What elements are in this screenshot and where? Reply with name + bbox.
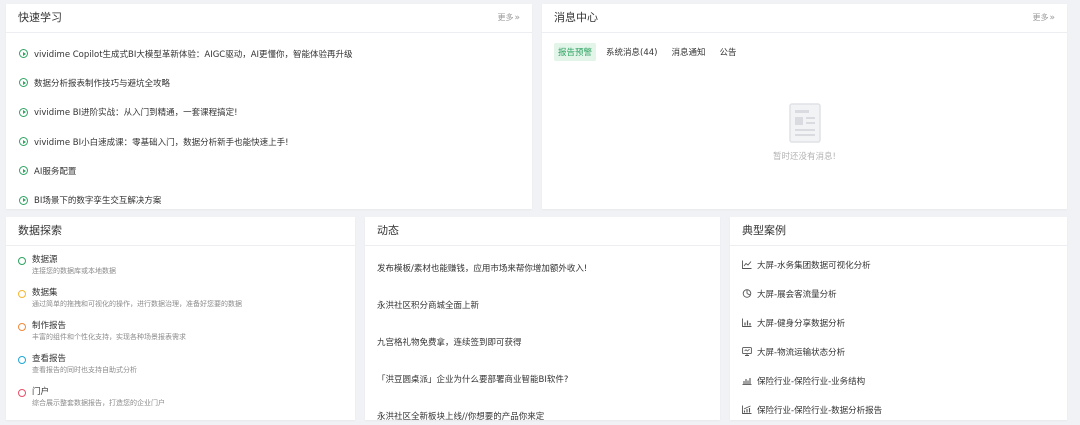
- status-dot-icon: [18, 290, 26, 298]
- pie-chart-icon: [742, 289, 752, 298]
- tab-system-messages[interactable]: 系统消息(44): [602, 43, 661, 61]
- play-circle-icon: [19, 166, 28, 176]
- explore-list: 数据源 连接您的数据库或本地数据 数据集 通过简单的拖拽和可视化的操作，进行数据治理…: [6, 246, 355, 420]
- status-dot-icon: [18, 323, 26, 331]
- course-item[interactable]: 数据分析报表制作技巧与避坑全攻略: [19, 68, 519, 97]
- cases-title: 典型案例: [742, 224, 786, 237]
- quick-learning-panel: 快速学习 更多» vividime Copilot生成式BI大模型革新体验：AI…: [6, 4, 532, 209]
- quick-learning-title: 快速学习: [18, 11, 62, 24]
- tab-notifications[interactable]: 消息通知: [667, 43, 709, 61]
- case-item[interactable]: 保险行业-保险行业-业务结构: [742, 366, 1055, 395]
- tab-announcements[interactable]: 公告: [715, 43, 740, 61]
- data-explore-panel: 数据探索 数据源 连接您的数据库或本地数据 数据集 通过简单的拖拽和可视化的操作，进…: [6, 217, 355, 420]
- double-chevron-right-icon: »: [1049, 13, 1055, 23]
- quick-learning-header: 快速学习 更多»: [6, 4, 532, 33]
- empty-message-text: 暂时还没有消息!: [773, 152, 836, 162]
- trend-chart-icon: [742, 405, 752, 414]
- empty-document-icon: [788, 103, 821, 143]
- cases-panel: 典型案例 大屏-水务集团数据可视化分析 大屏-展会客流量分析 大屏-健身分享数据…: [730, 217, 1067, 420]
- play-circle-icon: [19, 49, 28, 59]
- case-item[interactable]: 保险行业-保险行业-数据分析报告: [742, 395, 1055, 420]
- bar-chart-icon: [742, 318, 752, 327]
- message-center-title: 消息中心: [554, 11, 598, 24]
- course-item[interactable]: AI服务配置: [19, 156, 519, 185]
- explore-item-portal[interactable]: 门户 综合展示整套数据报告，打造您的企业门户: [18, 386, 343, 419]
- news-list: 发布模板/素材也能赚钱，应用市场来帮你增加额外收入! 永洪社区积分商城全面上新 …: [365, 246, 720, 420]
- explore-item-view-report[interactable]: 查看报告 查看报告的同时也支持自助式分析: [18, 353, 343, 386]
- status-dot-icon: [18, 356, 26, 364]
- news-header: 动态: [365, 217, 720, 246]
- news-panel: 动态 发布模板/素材也能赚钱，应用市场来帮你增加额外收入! 永洪社区积分商城全面…: [365, 217, 720, 420]
- case-item[interactable]: 大屏-水务集团数据可视化分析: [742, 250, 1055, 279]
- news-item[interactable]: 九宫格礼物免费拿，连续签到即可获得: [377, 324, 708, 361]
- course-item[interactable]: vividime Copilot生成式BI大模型革新体验：AIGC驱动，AI更懂…: [19, 39, 519, 68]
- column-chart-icon: [742, 378, 752, 385]
- news-item[interactable]: 「洪豆圆桌派」企业为什么要部署商业智能BI软件?: [377, 360, 708, 397]
- play-circle-icon: [19, 137, 28, 147]
- course-item[interactable]: vividime BI小白速成课：零基础入门，数据分析新手也能快速上手!: [19, 127, 519, 156]
- news-item[interactable]: 永洪社区全新板块上线//你想要的产品你来定: [377, 397, 708, 420]
- message-center-more-link[interactable]: 更多»: [1032, 4, 1055, 32]
- explore-item-dataset[interactable]: 数据集 通过简单的拖拽和可视化的操作，进行数据治理，准备好您要的数据: [18, 287, 343, 320]
- data-explore-header: 数据探索: [6, 217, 355, 246]
- status-dot-icon: [18, 389, 26, 397]
- case-item[interactable]: 大屏-物流运输状态分析: [742, 337, 1055, 366]
- empty-state: 暂时还没有消息!: [542, 100, 1067, 162]
- course-list: vividime Copilot生成式BI大模型革新体验：AIGC驱动，AI更懂…: [6, 33, 532, 209]
- case-item[interactable]: 大屏-展会客流量分析: [742, 279, 1055, 308]
- explore-item-datasource[interactable]: 数据源 连接您的数据库或本地数据: [18, 254, 343, 287]
- quick-learning-more-link[interactable]: 更多»: [497, 4, 520, 32]
- data-explore-title: 数据探索: [18, 224, 62, 237]
- play-circle-icon: [19, 78, 28, 88]
- status-dot-icon: [18, 257, 26, 265]
- double-chevron-right-icon: »: [514, 13, 520, 23]
- tab-report-alert[interactable]: 报告预警: [554, 43, 597, 61]
- play-circle-icon: [19, 107, 28, 117]
- message-center-header: 消息中心 更多»: [542, 4, 1067, 33]
- news-item[interactable]: 发布模板/素材也能赚钱，应用市场来帮你增加额外收入!: [377, 250, 708, 287]
- play-circle-icon: [19, 195, 28, 205]
- news-item[interactable]: 永洪社区积分商城全面上新: [377, 287, 708, 324]
- cases-header: 典型案例: [730, 217, 1067, 246]
- monitor-icon: [742, 347, 752, 356]
- course-item[interactable]: vividime BI进阶实战：从入门到精通，一套课程搞定!: [19, 98, 519, 127]
- case-list: 大屏-水务集团数据可视化分析 大屏-展会客流量分析 大屏-健身分享数据分析 大屏…: [730, 246, 1067, 420]
- line-chart-icon: [742, 260, 752, 269]
- explore-item-create-report[interactable]: 制作报告 丰富的组件和个性化支持，实现各种场景报表需求: [18, 320, 343, 353]
- message-tabs: 报告预警 系统消息(44) 消息通知 公告: [542, 33, 1067, 61]
- course-item[interactable]: BI场景下的数字孪生交互解决方案: [19, 185, 519, 209]
- case-item[interactable]: 大屏-健身分享数据分析: [742, 308, 1055, 337]
- message-center-panel: 消息中心 更多» 报告预警 系统消息(44) 消息通知 公告 暂时还没有消息!: [542, 4, 1067, 209]
- news-title: 动态: [377, 224, 399, 237]
